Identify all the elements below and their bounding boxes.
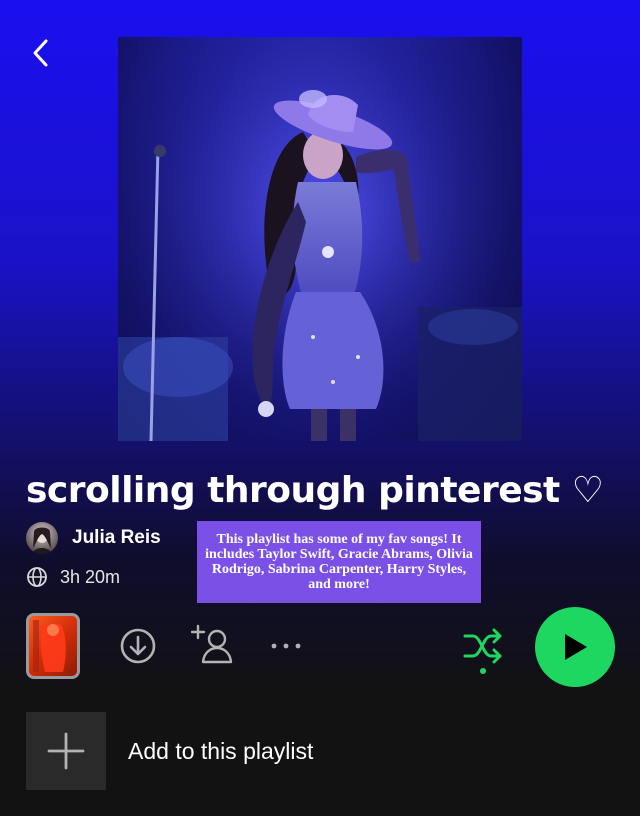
playlist-duration: 3h 20m — [26, 566, 120, 588]
duration-text: 3h 20m — [60, 566, 121, 587]
owner-name[interactable]: Julia Reis — [72, 527, 161, 549]
playlist-title: scrolling through pinterest ♡ — [26, 470, 604, 511]
more-options-button[interactable] — [268, 632, 304, 660]
playlist-owner[interactable]: Julia Reis — [26, 522, 161, 554]
play-button[interactable] — [535, 607, 615, 687]
add-to-playlist-label[interactable]: Add to this playlist — [128, 738, 313, 765]
add-collaborator-button[interactable] — [190, 622, 236, 666]
play-icon — [565, 634, 587, 660]
shuffle-button[interactable] — [460, 626, 506, 676]
add-tile[interactable] — [26, 712, 106, 790]
download-button[interactable] — [118, 626, 158, 666]
preview-thumbnail[interactable] — [26, 613, 80, 679]
more-options-icon — [271, 643, 301, 649]
playlist-description: This playlist has some of my fav songs! … — [197, 521, 481, 603]
add-user-icon — [191, 624, 233, 664]
shuffle-icon — [463, 628, 502, 674]
plus-icon — [47, 732, 85, 770]
avatar[interactable] — [26, 522, 58, 554]
playlist-cover-image — [118, 37, 522, 441]
back-button[interactable] — [24, 36, 56, 70]
add-to-playlist-row[interactable]: Add to this playlist — [26, 712, 313, 790]
globe-icon — [27, 567, 47, 587]
download-icon — [120, 628, 156, 664]
chevron-left-icon — [33, 39, 48, 67]
